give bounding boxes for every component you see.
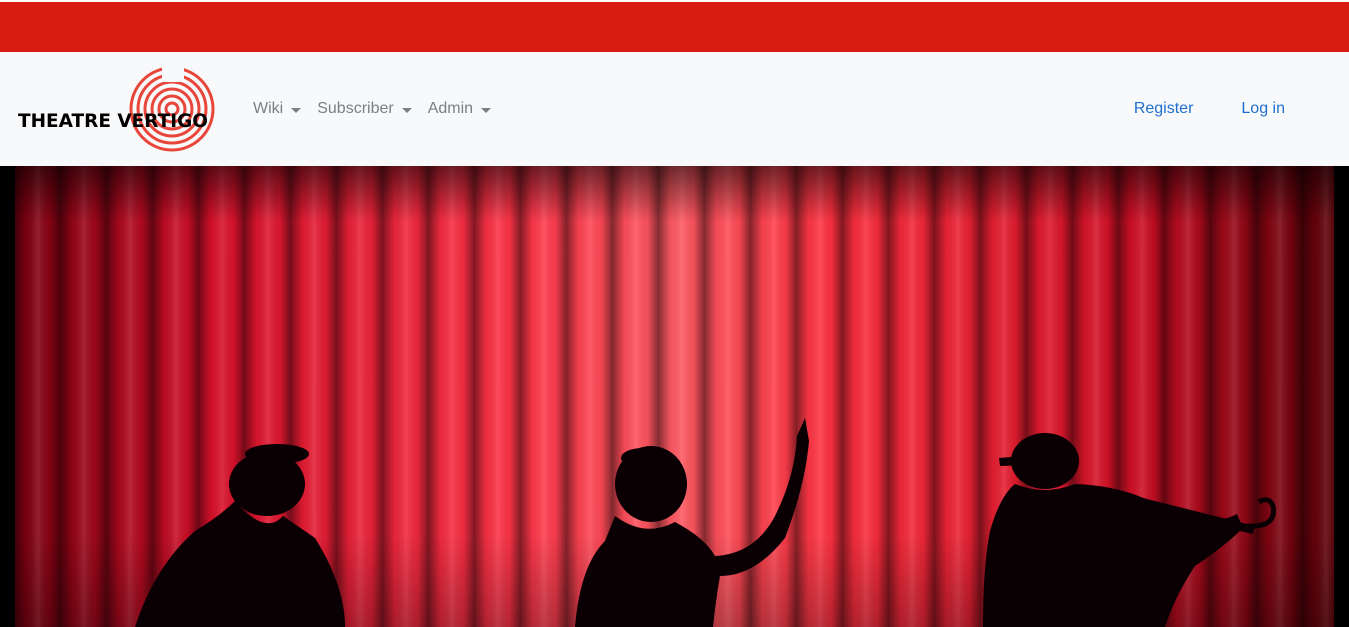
top-banner: [0, 0, 1349, 52]
brand-logo-link[interactable]: THEATRE VERTIGO: [16, 64, 232, 154]
stage-curtain-silhouettes-image: [15, 166, 1334, 627]
nav-dropdown-subscriber[interactable]: Subscriber: [317, 100, 412, 118]
chevron-down-icon: [291, 107, 302, 113]
nav-menu-left: Wiki Subscriber Admin: [253, 52, 507, 166]
theatre-vertigo-logo: THEATRE VERTIGO: [18, 64, 215, 152]
brand-name: THEATRE VERTIGO: [18, 110, 208, 132]
nav-dropdown-wiki[interactable]: Wiki: [253, 100, 302, 118]
chevron-down-icon: [401, 107, 412, 113]
register-link[interactable]: Register: [1134, 100, 1194, 118]
nav-dropdown-subscriber-label: Subscriber: [317, 100, 394, 117]
chevron-down-icon: [481, 107, 492, 113]
nav-dropdown-admin-label: Admin: [427, 100, 474, 117]
nav-menu-right: Register Log in: [1134, 52, 1285, 166]
login-link[interactable]: Log in: [1241, 100, 1285, 118]
nav-dropdown-wiki-label: Wiki: [253, 100, 284, 117]
top-banner-strip: [0, 2, 1349, 52]
nav-dropdown-admin[interactable]: Admin: [427, 100, 492, 118]
main-navbar: THEATRE VERTIGO Wiki Subscriber Admin Re…: [0, 52, 1349, 166]
hero-image: [15, 166, 1334, 627]
hero-banner: [0, 166, 1349, 627]
